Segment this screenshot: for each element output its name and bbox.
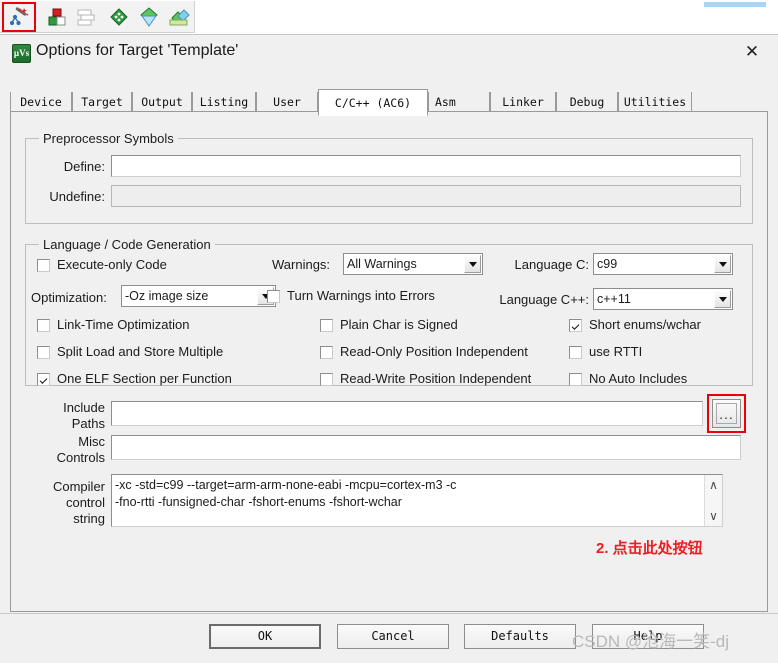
include-paths-label-line1: Include bbox=[63, 400, 105, 415]
tab-linker[interactable]: Linker bbox=[490, 92, 556, 112]
language-c-select[interactable]: c99 bbox=[593, 253, 733, 275]
misc-controls-label-line2: Controls bbox=[56, 450, 105, 465]
short-enums-wchar-checkbox[interactable] bbox=[569, 319, 582, 332]
uvision-icon: µVs bbox=[12, 44, 31, 63]
one-elf-section-checkbox[interactable] bbox=[37, 373, 50, 386]
rebuild-icon[interactable] bbox=[138, 6, 160, 28]
undefine-input[interactable] bbox=[111, 185, 741, 207]
top-right-blue-strip bbox=[704, 2, 766, 7]
annotation-step-2: 2. 点击此处按钮 bbox=[596, 540, 703, 557]
options-dialog-screen: 1. 点击魔术棒 µVs Options for Target 'Templat… bbox=[0, 0, 778, 663]
link-time-optimization-label[interactable]: Link-Time Optimization bbox=[57, 317, 189, 332]
use-rtti-label[interactable]: use RTTI bbox=[589, 344, 642, 359]
use-rtti-checkbox[interactable] bbox=[569, 346, 582, 359]
misc-controls-input[interactable] bbox=[111, 435, 741, 460]
read-write-position-independent-label[interactable]: Read-Write Position Independent bbox=[340, 371, 531, 386]
scroll-down-icon[interactable]: ∨ bbox=[705, 508, 722, 524]
tab-output[interactable]: Output bbox=[132, 92, 192, 112]
plain-char-signed-label[interactable]: Plain Char is Signed bbox=[340, 317, 458, 332]
split-load-store-label[interactable]: Split Load and Store Multiple bbox=[57, 344, 223, 359]
tab-utilities[interactable]: Utilities bbox=[618, 92, 692, 112]
define-input[interactable] bbox=[111, 155, 741, 177]
chevron-down-icon[interactable] bbox=[714, 290, 731, 308]
button-row-separator bbox=[0, 613, 778, 614]
short-enums-wchar-label[interactable]: Short enums/wchar bbox=[589, 317, 701, 332]
language-c-label: Language C: bbox=[514, 257, 589, 272]
execute-only-checkbox[interactable] bbox=[37, 259, 50, 272]
turn-warnings-into-errors-checkbox[interactable] bbox=[267, 290, 280, 303]
dialog-title: Options for Target 'Template' bbox=[36, 42, 239, 59]
tab-debug[interactable]: Debug bbox=[556, 92, 618, 112]
compiler-string-label-line1: Compiler bbox=[52, 479, 105, 494]
main-toolbar bbox=[0, 0, 778, 34]
dialog-button-row: OK Cancel Defaults Help CSDN @沧海一笑-dj bbox=[0, 613, 778, 663]
magic-wand-highlight bbox=[2, 2, 36, 32]
warnings-select[interactable]: All Warnings bbox=[343, 253, 483, 275]
define-label: Define: bbox=[63, 159, 105, 174]
chevron-down-icon[interactable] bbox=[714, 255, 731, 273]
ellipsis-icon: ... bbox=[719, 405, 734, 422]
translate-icon[interactable] bbox=[108, 6, 130, 28]
tab-c-cpp-ac6[interactable]: C/C++ (AC6) bbox=[318, 89, 428, 116]
c-cpp-page: Preprocessor Symbols Define: Undefine: L… bbox=[10, 112, 768, 612]
link-time-optimization-checkbox[interactable] bbox=[37, 319, 50, 332]
csdn-watermark: CSDN @沧海一笑-dj bbox=[572, 632, 730, 651]
tab-asm[interactable]: Asm bbox=[428, 92, 490, 112]
language-group-title: Language / Code Generation bbox=[39, 237, 215, 252]
preprocessor-group bbox=[25, 138, 753, 224]
execute-only-label[interactable]: Execute-only Code bbox=[57, 257, 167, 272]
dialog-title-bar: µVs Options for Target 'Template' ✕ bbox=[0, 35, 778, 69]
scroll-up-icon[interactable]: ∧ bbox=[705, 477, 722, 493]
tab-listing[interactable]: Listing bbox=[192, 92, 256, 112]
close-icon[interactable]: ✕ bbox=[732, 39, 772, 65]
options-dialog: µVs Options for Target 'Template' ✕ Devi… bbox=[0, 34, 778, 663]
tab-user[interactable]: User bbox=[256, 92, 318, 112]
misc-controls-label-line1: Misc bbox=[78, 434, 105, 449]
tab-device[interactable]: Device bbox=[10, 92, 72, 112]
language-cpp-value: c++11 bbox=[597, 292, 631, 306]
read-write-position-independent-checkbox[interactable] bbox=[320, 373, 333, 386]
include-paths-input[interactable] bbox=[111, 401, 703, 426]
tab-target[interactable]: Target bbox=[72, 92, 132, 112]
compiler-string-scrollbar[interactable]: ∧ ∨ bbox=[704, 475, 722, 526]
read-only-position-independent-checkbox[interactable] bbox=[320, 346, 333, 359]
compiler-string-label-line2: control bbox=[65, 495, 105, 510]
plain-char-signed-checkbox[interactable] bbox=[320, 319, 333, 332]
read-only-position-independent-label[interactable]: Read-Only Position Independent bbox=[340, 344, 528, 359]
batch-build-icon[interactable] bbox=[76, 6, 98, 28]
no-auto-includes-label[interactable]: No Auto Includes bbox=[589, 371, 687, 386]
warnings-label: Warnings: bbox=[272, 257, 331, 272]
language-cpp-select[interactable]: c++11 bbox=[593, 288, 733, 310]
language-c-value: c99 bbox=[597, 257, 618, 271]
undefine-label: Undefine: bbox=[49, 189, 105, 204]
preprocessor-group-title: Preprocessor Symbols bbox=[39, 131, 178, 146]
build-target-icon[interactable] bbox=[46, 6, 68, 28]
turn-warnings-into-errors-label[interactable]: Turn Warnings into Errors bbox=[287, 288, 435, 303]
compiler-string-label-line3: string bbox=[73, 511, 105, 526]
include-paths-label-line2: Paths bbox=[71, 416, 105, 431]
chevron-down-icon[interactable] bbox=[464, 255, 481, 273]
download-icon[interactable] bbox=[168, 6, 190, 28]
tab-bar: Device Target Output Listing User C/C++ … bbox=[10, 89, 768, 116]
warnings-value: All Warnings bbox=[347, 257, 417, 271]
optimization-value: -Oz image size bbox=[125, 289, 209, 303]
optimization-label: Optimization: bbox=[31, 290, 107, 305]
include-paths-browse-button[interactable]: ... bbox=[712, 399, 741, 428]
one-elf-section-label[interactable]: One ELF Section per Function bbox=[57, 371, 232, 386]
split-load-store-checkbox[interactable] bbox=[37, 346, 50, 359]
no-auto-includes-checkbox[interactable] bbox=[569, 373, 582, 386]
language-cpp-label: Language C++: bbox=[499, 292, 589, 307]
compiler-control-string-textarea[interactable]: -xc -std=c99 --target=arm-arm-none-eabi … bbox=[111, 474, 723, 527]
optimization-select[interactable]: -Oz image size bbox=[121, 285, 276, 307]
